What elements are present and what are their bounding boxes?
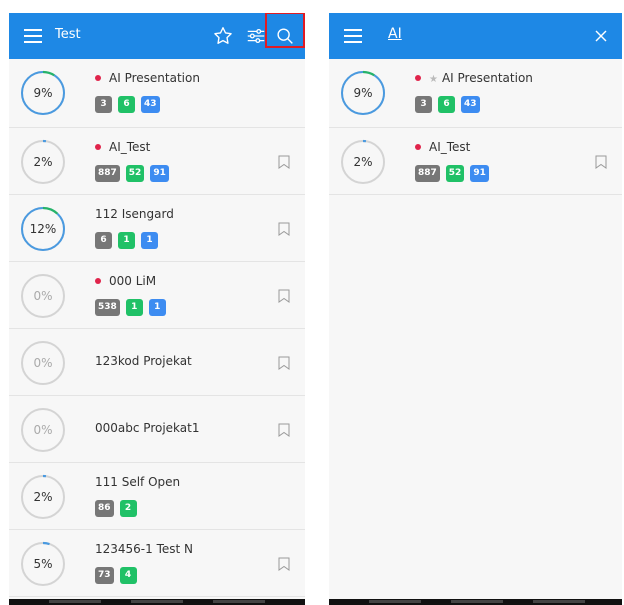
project-name-text: AI_Test: [109, 140, 151, 154]
progress-percent: 12%: [29, 222, 57, 236]
project-name-text: 111 Self Open: [95, 475, 181, 489]
menu-icon[interactable]: [344, 29, 362, 43]
count-badge: 43: [461, 96, 480, 113]
count-badge: 1: [118, 232, 135, 249]
star-icon[interactable]: [212, 25, 234, 47]
count-badges: 887 52 91: [95, 165, 169, 182]
project-name-text: 112 Isengard: [95, 207, 174, 221]
count-badge: 887: [415, 165, 440, 182]
system-nav-bar: [329, 599, 622, 605]
app-bar: Test: [9, 13, 305, 59]
progress-percent: 0%: [33, 356, 53, 370]
project-name: 111 Self Open: [95, 475, 180, 489]
bookmark-icon[interactable]: [595, 155, 607, 169]
project-name-text: 123456-1 Test N: [95, 542, 194, 556]
unread-dot-icon: [415, 143, 421, 150]
count-badge: 52: [125, 165, 145, 182]
count-badge: 52: [445, 165, 465, 182]
count-badges: 538 1 1: [95, 299, 166, 316]
progress-percent: 0%: [33, 289, 53, 303]
progress-percent: 2%: [33, 490, 53, 504]
progress-percent: 5%: [33, 557, 53, 571]
project-name: 123456-1 Test N: [95, 542, 193, 556]
count-badge: 887: [95, 165, 120, 182]
count-badge: 6: [438, 96, 455, 113]
count-badge: 6: [118, 96, 135, 113]
count-badge: 4: [119, 567, 137, 584]
search-query[interactable]: AI: [388, 26, 402, 42]
count-badge: 1: [148, 299, 166, 316]
list-item[interactable]: 12% 112 Isengard 6 1 1: [9, 195, 305, 262]
bookmark-icon[interactable]: [278, 155, 290, 169]
app-title: Test: [55, 27, 81, 42]
system-nav-bar: [9, 599, 305, 605]
search-result-list: 9% ★ AI Presentation 3 6 43 2% AI_Test 887 52 91: [329, 59, 622, 195]
menu-icon[interactable]: [24, 29, 42, 43]
filter-icon[interactable]: [245, 25, 267, 47]
project-name-text: 123kod Projekat: [95, 354, 192, 368]
list-item[interactable]: 0% 000 LiM 538 1 1: [9, 262, 305, 329]
count-badge: 86: [95, 500, 114, 517]
bookmark-icon[interactable]: [278, 289, 290, 303]
count-badge: 1: [125, 299, 143, 316]
close-icon[interactable]: [594, 29, 608, 43]
count-badges: 73 4: [95, 567, 137, 584]
screen-project-list: Test 9% AI Presentation 3 6 43 2% AI_Test 887 52…: [9, 13, 305, 605]
count-badges: 86 2: [95, 500, 137, 517]
count-badge: 91: [150, 165, 169, 182]
list-item[interactable]: 2% AI_Test 887 52 91: [329, 128, 622, 195]
progress-percent: 2%: [353, 155, 373, 169]
count-badge: 91: [470, 165, 489, 182]
count-badge: 2: [119, 500, 137, 517]
project-name-text: 000abc Projekat1: [95, 421, 200, 435]
unread-dot-icon: [95, 143, 101, 150]
bookmark-icon[interactable]: [278, 356, 290, 370]
bookmark-icon[interactable]: [278, 222, 290, 236]
bookmark-icon[interactable]: [278, 423, 290, 437]
count-badge: 3: [95, 96, 112, 113]
project-name-text: AI_Test: [429, 140, 471, 154]
progress-percent: 9%: [33, 86, 53, 100]
count-badge: 43: [141, 96, 160, 113]
list-item[interactable]: 9% AI Presentation 3 6 43: [9, 59, 305, 128]
project-name: 000 LiM: [95, 274, 156, 288]
project-name-text: 000 LiM: [109, 274, 157, 288]
count-badge: 73: [95, 567, 114, 584]
search-icon[interactable]: [274, 25, 296, 47]
count-badge: 3: [415, 96, 432, 113]
screen-search-results: AI 9% ★ AI Presentation 3 6 43 2% AI_Test 887 52 9…: [329, 13, 622, 605]
count-badges: 887 52 91: [415, 165, 489, 182]
project-name-text: AI Presentation: [109, 71, 200, 85]
unread-dot-icon: [95, 74, 101, 81]
list-item[interactable]: 0% 000abc Projekat1: [9, 396, 305, 463]
progress-percent: 0%: [33, 423, 53, 437]
project-name: 123kod Projekat: [95, 354, 192, 368]
project-name: AI Presentation: [95, 71, 200, 85]
progress-percent: 9%: [353, 86, 373, 100]
list-item[interactable]: 2% AI_Test 887 52 91: [9, 128, 305, 195]
progress-percent: 2%: [33, 155, 53, 169]
project-list: 9% AI Presentation 3 6 43 2% AI_Test 887 52 91 12%…: [9, 59, 305, 597]
count-badge: 6: [95, 232, 112, 249]
bookmark-icon[interactable]: [278, 557, 290, 571]
list-item[interactable]: 2% 111 Self Open 86 2: [9, 463, 305, 530]
count-badge: 538: [95, 299, 120, 316]
project-name: AI_Test: [415, 140, 470, 154]
count-badges: 611: [95, 232, 158, 249]
count-badges: 3 6 43: [95, 96, 160, 113]
star-icon: ★: [429, 74, 438, 85]
count-badges: 3 6 43: [415, 96, 480, 113]
app-bar: AI: [329, 13, 622, 59]
list-item[interactable]: 0% 123kod Projekat: [9, 329, 305, 396]
count-badge: 1: [141, 232, 158, 249]
unread-dot-icon: [415, 74, 421, 81]
project-name: 000abc Projekat1: [95, 421, 199, 435]
project-name: 112 Isengard: [95, 207, 174, 221]
list-item[interactable]: 9% ★ AI Presentation 3 6 43: [329, 59, 622, 128]
list-item[interactable]: 5% 123456-1 Test N 73 4: [9, 530, 305, 597]
project-name-text: AI Presentation: [441, 71, 533, 85]
project-name: AI_Test: [95, 140, 150, 154]
unread-dot-icon: [95, 277, 101, 284]
project-name: ★ AI Presentation: [415, 71, 533, 85]
